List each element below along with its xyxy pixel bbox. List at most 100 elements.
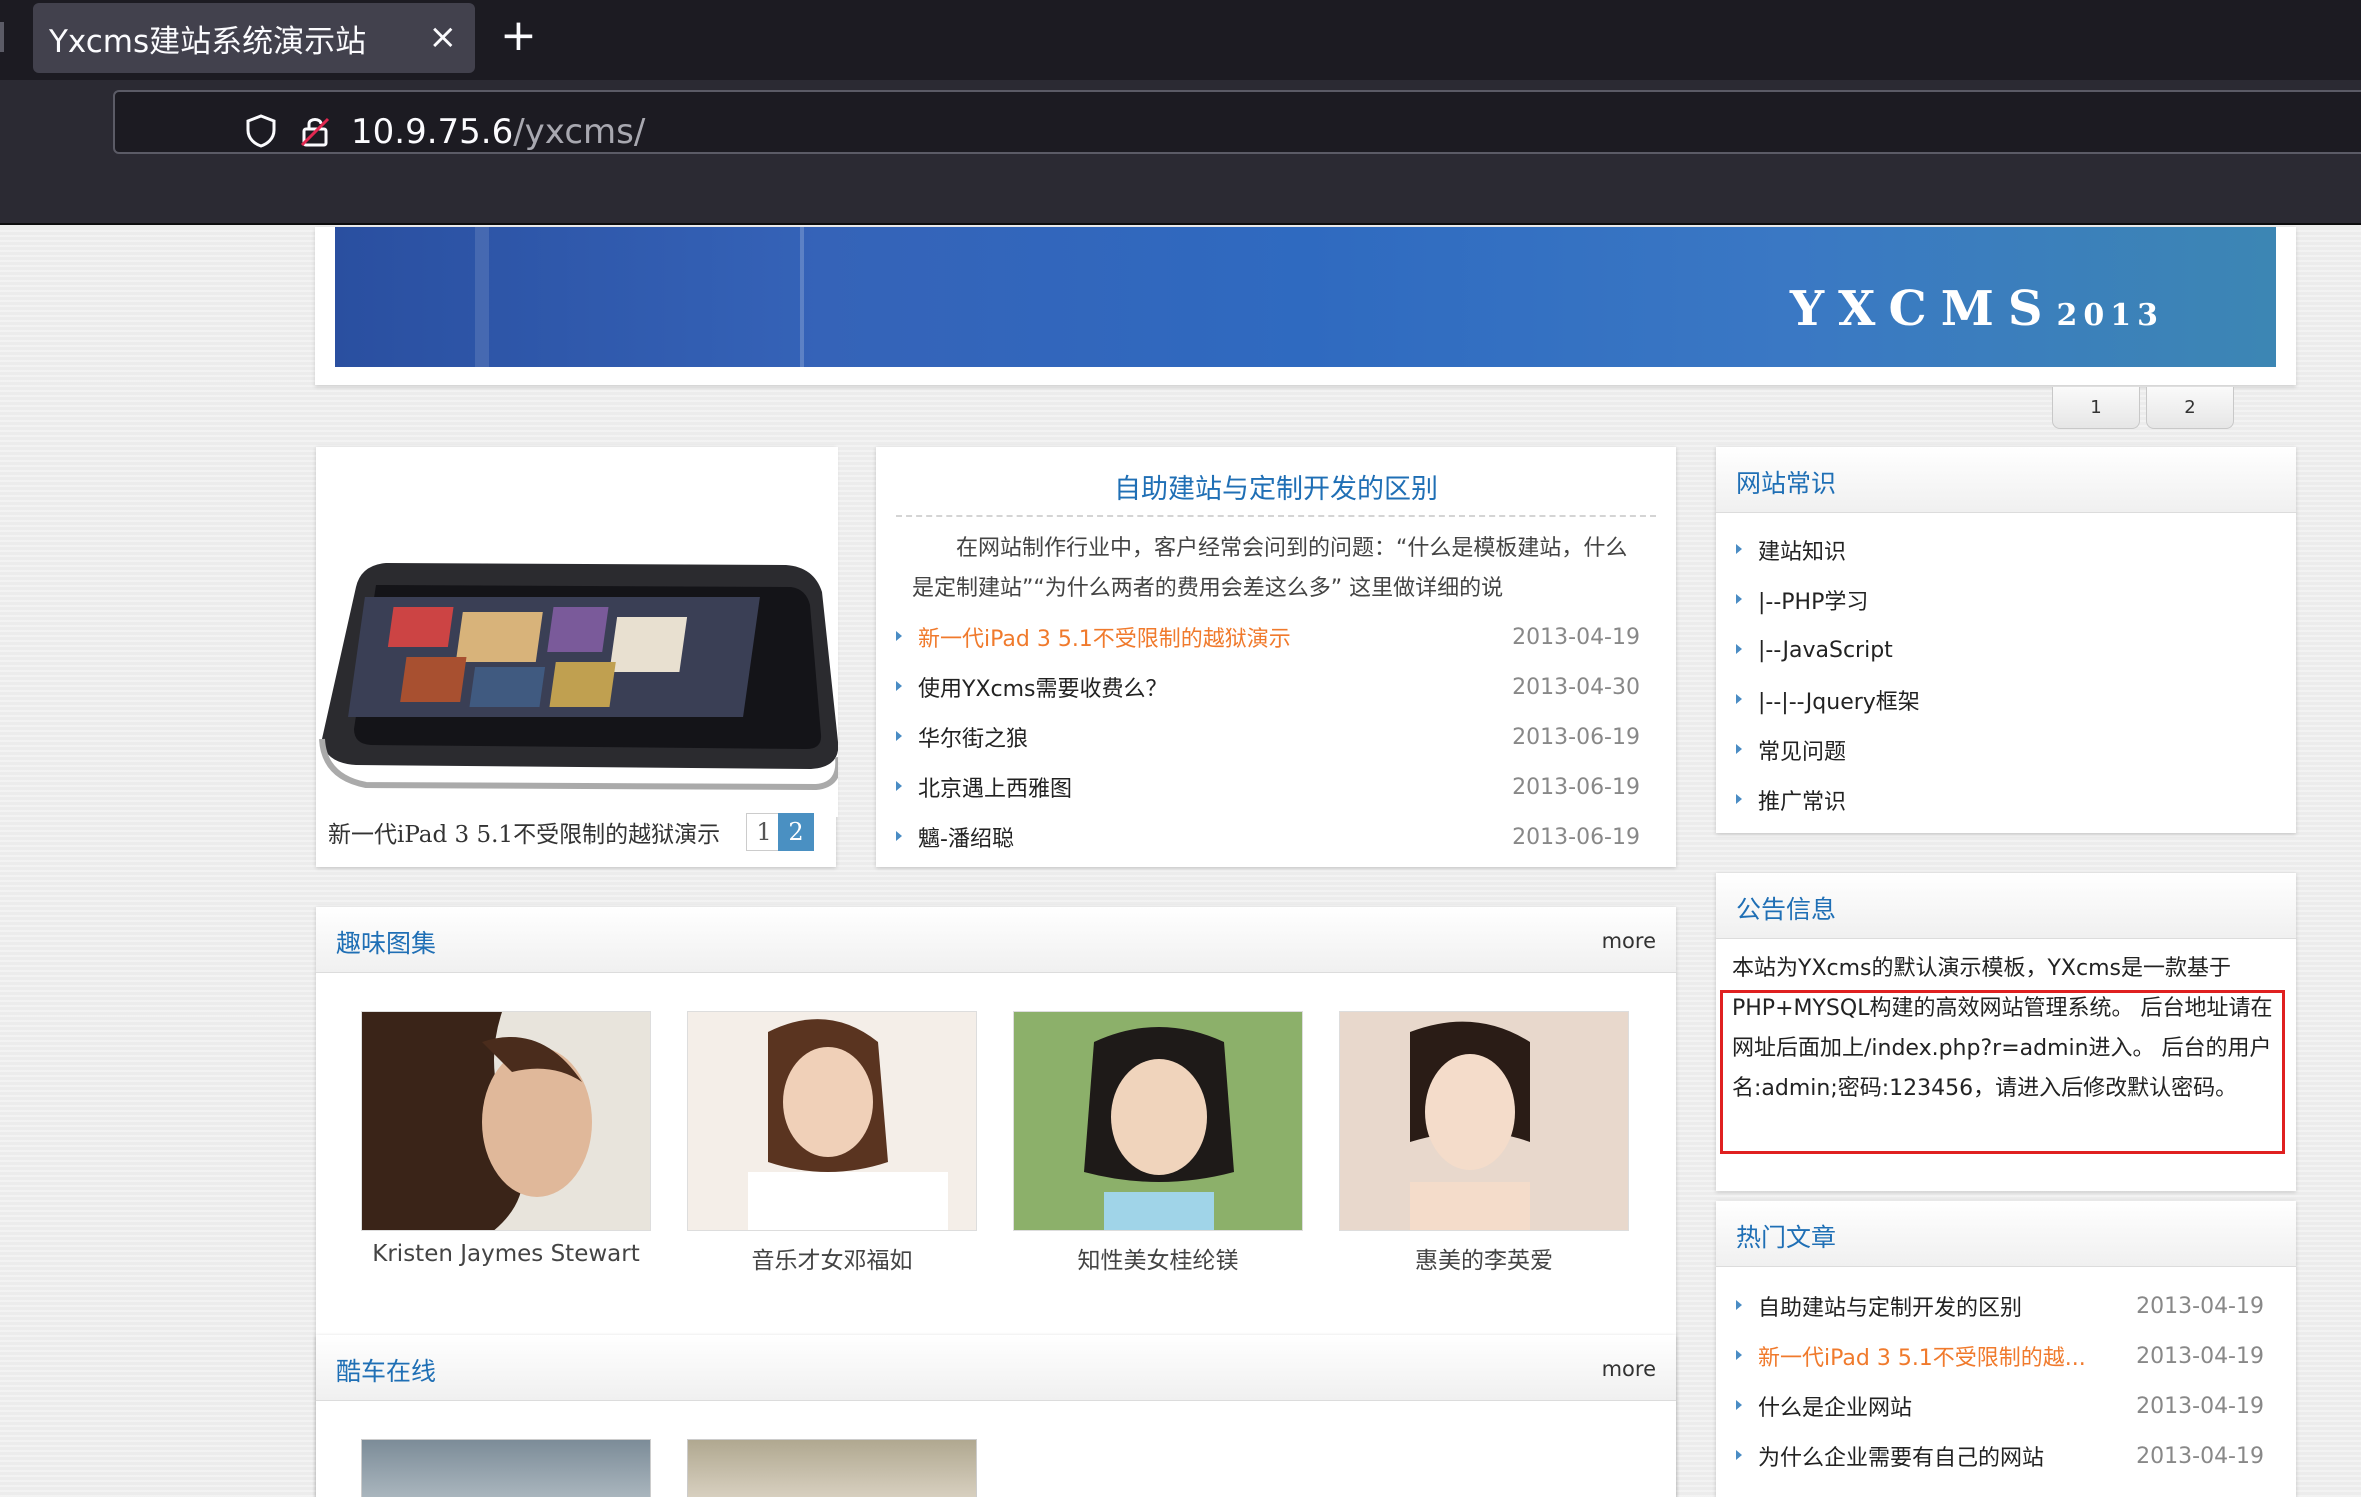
list-item[interactable]: 新一代iPad 3 5.1不受限制的越... 2013-04-19 xyxy=(1736,1331,2264,1381)
list-item[interactable]: 魑-潘绍聪 2013-06-19 xyxy=(896,812,1640,862)
cars-title[interactable]: 酷车在线 xyxy=(336,1352,436,1388)
bullet-arrow-icon xyxy=(896,831,902,841)
category-item[interactable]: |--PHP学习 xyxy=(1736,575,2276,625)
featured-caption[interactable]: 新一代iPad 3 5.1不受限制的越狱演示 xyxy=(328,815,738,849)
insecure-lock-icon[interactable] xyxy=(299,114,331,148)
featured-page-1[interactable]: 1 xyxy=(746,813,782,851)
tab-close-icon[interactable]: × xyxy=(429,17,458,57)
notice-title[interactable]: 公告信息 xyxy=(1736,890,1836,926)
gallery-caption[interactable]: 惠美的李英爱 xyxy=(1339,1241,1629,1275)
category-label: |--|--Jquery框架 xyxy=(1758,690,1920,715)
cars-header: 酷车在线 more xyxy=(316,1335,1676,1401)
banner-pager: 1 2 xyxy=(2052,387,2234,429)
tab-title: Yxcms建站系统演示站 xyxy=(49,23,367,60)
article-date: 2013-04-19 xyxy=(2136,1293,2264,1319)
bullet-arrow-icon xyxy=(1736,744,1742,754)
car-photo[interactable] xyxy=(361,1439,651,1497)
article-title: 新一代iPad 3 5.1不受限制的越... xyxy=(1758,1346,2086,1371)
tab-edge xyxy=(0,22,4,52)
list-item[interactable]: 自助建站与定制开发的区别 2013-04-19 xyxy=(1736,1281,2264,1331)
url-text[interactable]: 10.9.75.6/yxcms/ xyxy=(351,112,645,152)
category-item[interactable]: |--JavaScript xyxy=(1736,625,2276,675)
tablet-image xyxy=(316,447,838,817)
article-date: 2013-06-19 xyxy=(1512,774,1640,800)
article-date: 2013-06-19 xyxy=(1512,824,1640,850)
bullet-arrow-icon xyxy=(896,731,902,741)
category-label: 推广常识 xyxy=(1758,790,1847,815)
gallery-more-link[interactable]: more xyxy=(1602,929,1656,953)
article-title: 新一代iPad 3 5.1不受限制的越狱演示 xyxy=(918,627,1291,652)
browser-tab[interactable]: Yxcms建站系统演示站 × xyxy=(33,3,475,73)
featured-page-2[interactable]: 2 xyxy=(778,813,814,851)
category-item[interactable]: |--|--Jquery框架 xyxy=(1736,675,2276,725)
bullet-arrow-icon xyxy=(896,631,902,641)
article-date: 2013-04-19 xyxy=(2136,1343,2264,1369)
featured-image[interactable] xyxy=(316,447,838,817)
gallery-photo[interactable] xyxy=(1339,1011,1629,1231)
list-item[interactable]: 为什么企业需要有自己的网站 2013-04-19 xyxy=(1736,1431,2264,1481)
gallery-title[interactable]: 趣味图集 xyxy=(336,924,436,960)
list-item[interactable]: 华尔街之狼 2013-06-19 xyxy=(896,712,1640,762)
gallery-item[interactable]: Kristen Jaymes Stewart xyxy=(361,1011,651,1275)
gallery-grid: Kristen Jaymes Stewart 音乐才女邓福如 知性美女桂纶镁 惠… xyxy=(361,1011,1629,1275)
new-tab-icon[interactable]: + xyxy=(500,14,537,58)
bullet-arrow-icon xyxy=(1736,794,1742,804)
hot-articles-title[interactable]: 热门文章 xyxy=(1736,1218,1836,1254)
gallery-caption[interactable]: Kristen Jaymes Stewart xyxy=(361,1241,651,1267)
category-item[interactable]: 推广常识 xyxy=(1736,775,2276,825)
article-title: 使用YXcms需要收费么？ xyxy=(918,677,1168,702)
banner-logo: YXCMS2013 xyxy=(1789,281,2164,337)
article-title: 北京遇上西雅图 xyxy=(918,777,1073,802)
banner-page-2[interactable]: 2 xyxy=(2146,387,2234,429)
headline-divider xyxy=(896,515,1656,517)
url-path: /yxcms/ xyxy=(513,112,646,152)
knowledge-title[interactable]: 网站常识 xyxy=(1736,464,1836,500)
hot-articles-header: 热门文章 xyxy=(1716,1201,2296,1267)
bullet-arrow-icon xyxy=(896,681,902,691)
list-item[interactable]: 北京遇上西雅图 2013-06-19 xyxy=(896,762,1640,812)
article-title: 自助建站与定制开发的区别 xyxy=(1758,1296,2023,1321)
article-date: 2013-04-19 xyxy=(1512,624,1640,650)
headline-news: 自助建站与定制开发的区别 在网站制作行业中，客户经常会问到的问题：“什么是模板建… xyxy=(876,447,1676,867)
category-item[interactable]: 常见问题 xyxy=(1736,725,2276,775)
bullet-arrow-icon xyxy=(1736,594,1742,604)
featured-slideshow: 新一代iPad 3 5.1不受限制的越狱演示 1 2 xyxy=(316,447,838,867)
category-label: 建站知识 xyxy=(1758,540,1847,565)
gallery-photo[interactable] xyxy=(1013,1011,1303,1231)
banner-logo-year: 2013 xyxy=(2056,298,2164,333)
article-date: 2013-04-19 xyxy=(2136,1443,2264,1469)
headline-list: 新一代iPad 3 5.1不受限制的越狱演示 2013-04-19 使用YXcms… xyxy=(896,612,1640,862)
category-label: |--PHP学习 xyxy=(1758,590,1869,615)
category-label: |--JavaScript xyxy=(1758,637,1893,663)
gallery-item[interactable]: 音乐才女邓福如 xyxy=(687,1011,977,1275)
browser-tab-bar: Yxcms建站系统演示站 × + xyxy=(0,0,2361,80)
banner-image[interactable]: YXCMS2013 xyxy=(335,227,2276,367)
gallery-item[interactable]: 惠美的李英爱 xyxy=(1339,1011,1629,1275)
banner-page-1[interactable]: 1 xyxy=(2052,387,2140,429)
car-photo[interactable] xyxy=(687,1439,977,1497)
headline-title[interactable]: 自助建站与定制开发的区别 xyxy=(876,467,1676,506)
notice-panel: 公告信息 本站为YXcms的默认演示模板，YXcms是一款基于PHP+MYSQL… xyxy=(1716,873,2296,1191)
gallery-photo[interactable] xyxy=(687,1011,977,1231)
knowledge-panel: 网站常识 建站知识 |--PHP学习 |--JavaScript |--|--J… xyxy=(1716,447,2296,833)
browser-nav-bar: 10.9.75.6/yxcms/ xyxy=(0,80,2361,225)
gallery-item[interactable]: 知性美女桂纶镁 xyxy=(1013,1011,1303,1275)
cars-more-link[interactable]: more xyxy=(1602,1357,1656,1381)
gallery-caption[interactable]: 知性美女桂纶镁 xyxy=(1013,1241,1303,1275)
article-title: 华尔街之狼 xyxy=(918,727,1029,752)
list-item[interactable]: 使用YXcms需要收费么？ 2013-04-30 xyxy=(896,662,1640,712)
gallery-caption[interactable]: 音乐才女邓福如 xyxy=(687,1241,977,1275)
headline-description: 在网站制作行业中，客户经常会问到的问题：“什么是模板建站，什么是定制建站”“为什… xyxy=(912,536,1628,601)
article-date: 2013-04-30 xyxy=(1512,674,1640,700)
web-page: YXCMS2013 1 2 新一代iPad 3 5.1不受限制的越狱演示 1 2… xyxy=(0,227,2361,1497)
cars-section: 酷车在线 more xyxy=(316,1335,1676,1497)
knowledge-list: 建站知识 |--PHP学习 |--JavaScript |--|--Jquery… xyxy=(1736,525,2276,825)
list-item[interactable]: 什么是企业网站 2013-04-19 xyxy=(1736,1381,2264,1431)
gallery-photo[interactable] xyxy=(361,1011,651,1231)
category-item[interactable]: 建站知识 xyxy=(1736,525,2276,575)
notice-header: 公告信息 xyxy=(1716,873,2296,939)
shield-icon[interactable] xyxy=(245,114,277,148)
article-title: 为什么企业需要有自己的网站 xyxy=(1758,1446,2045,1471)
address-bar[interactable]: 10.9.75.6/yxcms/ xyxy=(113,90,2361,154)
list-item[interactable]: 新一代iPad 3 5.1不受限制的越狱演示 2013-04-19 xyxy=(896,612,1640,662)
